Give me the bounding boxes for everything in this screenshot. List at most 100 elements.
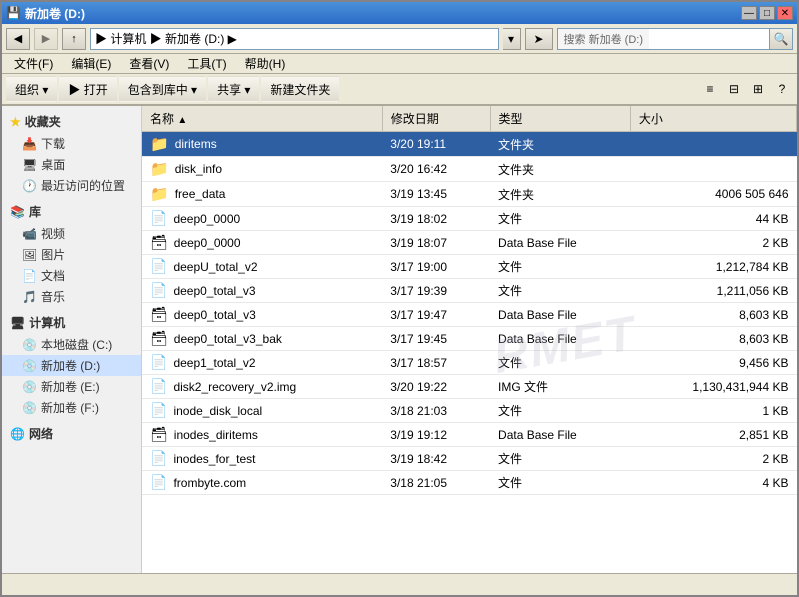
file-modified: 3/19 13:45 xyxy=(382,182,490,207)
back-button[interactable]: ◀ xyxy=(6,28,30,50)
table-row[interactable]: 📄 deepU_total_v2 3/17 19:00 文件 1,212,784… xyxy=(142,255,797,279)
db-icon: 🗃 xyxy=(150,306,168,323)
organize-button[interactable]: 组织 ▾ xyxy=(6,76,57,102)
maximize-button[interactable]: □ xyxy=(759,6,775,20)
sidebar-network-header[interactable]: 🌐 网络 xyxy=(2,422,141,445)
folder-icon: 📁 xyxy=(150,185,169,203)
sidebar-item-desktop[interactable]: 🖥 桌面 xyxy=(2,154,141,175)
view-tiles-button[interactable]: ⊞ xyxy=(747,78,769,100)
file-name-cell: 📄 deep0_0000 xyxy=(142,207,382,231)
open-button[interactable]: ▶ 打开 xyxy=(59,76,116,102)
file-modified: 3/19 19:12 xyxy=(382,423,490,447)
view-list-button[interactable]: ≡ xyxy=(699,78,721,100)
table-row[interactable]: 📄 disk2_recovery_v2.img 3/20 19:22 IMG 文… xyxy=(142,375,797,399)
table-row[interactable]: 🗃 deep0_total_v3_bak 3/17 19:45 Data Bas… xyxy=(142,327,797,351)
file-name: deep0_total_v3 xyxy=(173,284,255,298)
share-label: 共享 ▾ xyxy=(217,81,250,98)
forward-button[interactable]: ▶ xyxy=(34,28,58,50)
file-type: Data Base File xyxy=(490,423,630,447)
library-icon: 📚 xyxy=(10,205,25,219)
organize-label: 组织 ▾ xyxy=(15,81,48,98)
sidebar-favorites-header[interactable]: ★ 收藏夹 xyxy=(2,110,141,133)
file-modified: 3/19 18:42 xyxy=(382,447,490,471)
computer-label: 计算机 xyxy=(29,314,65,331)
menu-help[interactable]: 帮助(H) xyxy=(237,54,294,73)
table-row[interactable]: 📁 diritems 3/20 19:11 文件夹 xyxy=(142,132,797,157)
search-button[interactable]: 🔍 xyxy=(769,28,793,50)
sidebar-item-pictures[interactable]: 🖼 图片 xyxy=(2,244,141,265)
sidebar-item-recent[interactable]: 🕐 最近访问的位置 xyxy=(2,175,141,196)
main-content: RMET ★ 收藏夹 📥 下载 🖥 桌面 🕐 最近访问的 xyxy=(2,106,797,573)
table-row[interactable]: 🗃 inodes_diritems 3/19 19:12 Data Base F… xyxy=(142,423,797,447)
go-button[interactable]: ➤ xyxy=(525,28,553,50)
file-name: inode_disk_local xyxy=(173,404,262,418)
help-button[interactable]: ? xyxy=(771,78,793,100)
sidebar-item-e-drive[interactable]: 💿 新加卷 (E:) xyxy=(2,376,141,397)
file-type: IMG 文件 xyxy=(490,375,630,399)
file-modified: 3/20 16:42 xyxy=(382,157,490,182)
menu-view[interactable]: 查看(V) xyxy=(121,54,177,73)
table-row[interactable]: 🗃 deep0_total_v3 3/17 19:47 Data Base Fi… xyxy=(142,303,797,327)
file-name-cell: 🗃 deep0_total_v3_bak xyxy=(142,327,382,351)
file-icon: 📄 xyxy=(150,354,167,371)
sidebar-item-f-drive[interactable]: 💿 新加卷 (F:) xyxy=(2,397,141,418)
table-row[interactable]: 📁 free_data 3/19 13:45 文件夹 4006 505 646 xyxy=(142,182,797,207)
table-row[interactable]: 📄 inode_disk_local 3/18 21:03 文件 1 KB xyxy=(142,399,797,423)
table-row[interactable]: 📄 deep0_0000 3/19 18:02 文件 44 KB xyxy=(142,207,797,231)
file-modified: 3/17 18:57 xyxy=(382,351,490,375)
e-drive-icon: 💿 xyxy=(22,380,37,394)
network-label: 网络 xyxy=(29,425,53,442)
table-row[interactable]: 🗃 deep0_0000 3/19 18:07 Data Base File 2… xyxy=(142,231,797,255)
file-type: Data Base File xyxy=(490,231,630,255)
file-name: deep0_0000 xyxy=(174,236,241,250)
file-name-cell: 📄 frombyte.com xyxy=(142,471,382,495)
sidebar-item-video[interactable]: 📹 视频 xyxy=(2,223,141,244)
col-type[interactable]: 类型 xyxy=(490,106,630,132)
table-row[interactable]: 📁 disk_info 3/20 16:42 文件夹 xyxy=(142,157,797,182)
documents-icon: 📄 xyxy=(22,269,37,283)
view-details-button[interactable]: ⊟ xyxy=(723,78,745,100)
file-name-cell: 📄 deepU_total_v2 xyxy=(142,255,382,279)
file-size: 4 KB xyxy=(630,471,796,495)
minimize-button[interactable]: — xyxy=(741,6,757,20)
file-type: 文件 xyxy=(490,351,630,375)
sidebar-item-music[interactable]: 🎵 音乐 xyxy=(2,286,141,307)
col-size[interactable]: 大小 xyxy=(630,106,796,132)
address-dropdown-button[interactable]: ▾ xyxy=(503,28,521,50)
file-type: Data Base File xyxy=(490,303,630,327)
table-row[interactable]: 📄 inodes_for_test 3/19 18:42 文件 2 KB xyxy=(142,447,797,471)
file-type: 文件夹 xyxy=(490,132,630,157)
sidebar-item-c-drive[interactable]: 💿 本地磁盘 (C:) xyxy=(2,334,141,355)
new-folder-button[interactable]: 新建文件夹 xyxy=(261,76,339,102)
file-icon: 📄 xyxy=(150,210,167,227)
share-button[interactable]: 共享 ▾ xyxy=(208,76,259,102)
menu-tools[interactable]: 工具(T) xyxy=(179,54,234,73)
sidebar-item-documents[interactable]: 📄 文档 xyxy=(2,265,141,286)
sidebar-item-d-drive[interactable]: 💿 新加卷 (D:) xyxy=(2,355,141,376)
sidebar-library-header[interactable]: 📚 库 xyxy=(2,200,141,223)
file-name-cell: 📄 inodes_for_test xyxy=(142,447,382,471)
pictures-icon: 🖼 xyxy=(22,248,37,262)
close-button[interactable]: ✕ xyxy=(777,6,793,20)
file-name: deep0_total_v3 xyxy=(174,308,256,322)
c-drive-label: 本地磁盘 (C:) xyxy=(41,336,112,353)
table-row[interactable]: 📄 deep0_total_v3 3/17 19:39 文件 1,211,056… xyxy=(142,279,797,303)
table-row[interactable]: 📄 deep1_total_v2 3/17 18:57 文件 9,456 KB xyxy=(142,351,797,375)
open-label: ▶ 打开 xyxy=(68,81,107,98)
window-title: 新加卷 (D:) xyxy=(25,5,85,22)
col-modified[interactable]: 修改日期 xyxy=(382,106,490,132)
search-input[interactable] xyxy=(649,28,769,50)
include-library-button[interactable]: 包含到库中 ▾ xyxy=(119,76,206,102)
statusbar xyxy=(2,573,797,595)
menu-file[interactable]: 文件(F) xyxy=(6,54,61,73)
file-icon: 📄 xyxy=(150,282,167,299)
sidebar-computer-header[interactable]: 🖥 计算机 xyxy=(2,311,141,334)
up-button[interactable]: ↑ xyxy=(62,28,86,50)
col-name[interactable]: 名称 ▲ xyxy=(142,106,382,132)
window: 💾 新加卷 (D:) — □ ✕ ◀ ▶ ↑ ▶ 计算机 ▶ 新加卷 (D:) … xyxy=(0,0,799,597)
sidebar-item-downloads[interactable]: 📥 下载 xyxy=(2,133,141,154)
table-row[interactable]: 📄 frombyte.com 3/18 21:05 文件 4 KB xyxy=(142,471,797,495)
d-drive-icon: 💿 xyxy=(22,359,37,373)
address-input[interactable]: ▶ 计算机 ▶ 新加卷 (D:) ▶ xyxy=(90,28,499,50)
menu-edit[interactable]: 编辑(E) xyxy=(63,54,119,73)
